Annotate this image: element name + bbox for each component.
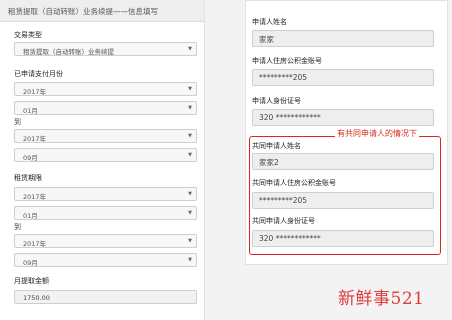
transaction-type-label: 交易类型 (14, 31, 42, 39)
paid-start-year-select[interactable]: 2017年 ▼ (14, 82, 197, 96)
paid-end-month-select[interactable]: 09月 ▼ (14, 148, 197, 162)
lease-start-month-value: 01月 (23, 212, 38, 220)
applicant-id-label: 申请人身份证号 (252, 97, 301, 105)
chevron-down-icon: ▼ (188, 86, 192, 92)
applicant-name-field[interactable]: 家家 (252, 30, 434, 47)
monthly-amount-input[interactable]: 1750.00 (14, 290, 197, 304)
monthly-amount-label: 月提取金额 (14, 277, 49, 285)
lease-end-year-value: 2017年 (23, 240, 47, 248)
paid-start-month-select[interactable]: 01月 ▼ (14, 101, 197, 115)
lease-period-label: 租赁期限 (14, 174, 42, 182)
chevron-down-icon: ▼ (188, 191, 192, 197)
applicant-id-field[interactable]: 320 ************ (252, 109, 434, 126)
transaction-type-select[interactable]: 租赁提取（自动转账）业务续提 ▼ (14, 42, 197, 56)
chevron-down-icon: ▼ (188, 105, 192, 111)
chevron-down-icon: ▼ (188, 238, 192, 244)
paid-end-year-select[interactable]: 2017年 ▼ (14, 129, 197, 143)
lease-start-year-value: 2017年 (23, 193, 47, 201)
watermark-logo: 新鲜事521 (338, 289, 425, 309)
lease-start-year-select[interactable]: 2017年 ▼ (14, 187, 197, 201)
chevron-down-icon: ▼ (188, 133, 192, 139)
co-applicant-highlight-box (249, 136, 441, 255)
panel-header: 租赁提取（自动转账）业务续提——信息填写 (0, 0, 204, 22)
applicant-account-field[interactable]: *********205 (252, 69, 434, 86)
chevron-down-icon: ▼ (188, 46, 192, 52)
paid-end-year-value: 2017年 (23, 135, 47, 143)
left-panel: 租赁提取（自动转账）业务续提——信息填写 交易类型 租赁提取（自动转账）业务续提… (0, 0, 205, 320)
paid-start-year-value: 2017年 (23, 88, 47, 96)
lease-start-month-select[interactable]: 01月 ▼ (14, 206, 197, 220)
lease-end-month-select[interactable]: 09月 ▼ (14, 253, 197, 267)
applicant-account-label: 申请人住房公积金账号 (252, 57, 322, 65)
lease-to-label: 到 (14, 223, 21, 231)
paid-end-month-value: 09月 (23, 154, 38, 162)
chevron-down-icon: ▼ (188, 152, 192, 158)
transaction-type-value: 租赁提取（自动转账）业务续提 (23, 48, 114, 56)
applicant-name-label: 申请人姓名 (252, 18, 287, 26)
chevron-down-icon: ▼ (188, 210, 192, 216)
paid-month-label: 已申请支付月份 (14, 70, 63, 78)
paid-start-month-value: 01月 (23, 107, 38, 115)
lease-end-year-select[interactable]: 2017年 ▼ (14, 234, 197, 248)
co-applicant-annotation: 有共同申请人的情况下 (335, 128, 419, 139)
chevron-down-icon: ▼ (188, 257, 192, 263)
lease-end-month-value: 09月 (23, 259, 38, 267)
paid-to-label: 到 (14, 118, 21, 126)
